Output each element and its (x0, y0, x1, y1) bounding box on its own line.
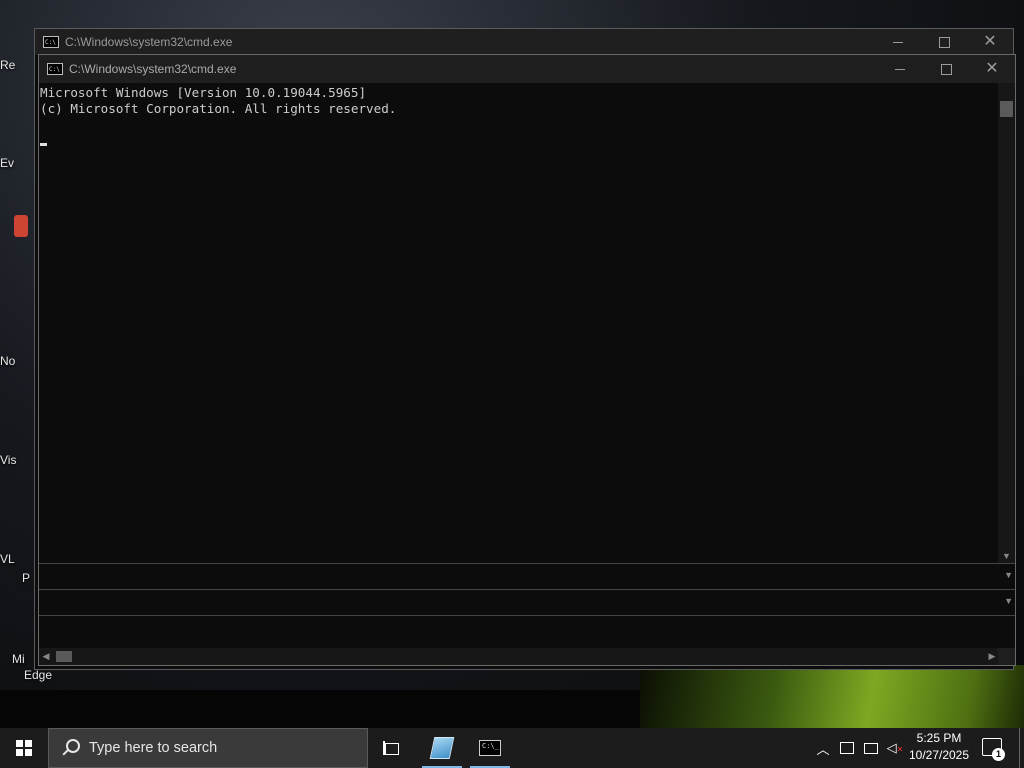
desktop-icon-label: VL (0, 552, 15, 566)
desktop-icon-label: P (22, 571, 31, 585)
maximize-icon (940, 63, 952, 75)
title-bar[interactable]: C:\ C:\Windows\system32\cmd.exe ✕ (35, 29, 1013, 55)
tray-network-icon[interactable] (860, 728, 882, 768)
title-bar[interactable]: C:\ C:\Windows\system32\cmd.exe ✕ (39, 55, 1015, 83)
scroll-down-arrow-icon[interactable]: ▼ (998, 549, 1015, 563)
chevron-up-icon: ︿ (816, 741, 830, 757)
scroll-down-arrow-icon[interactable]: ▼ (1004, 570, 1013, 580)
clock-date: 10/27/2025 (908, 748, 970, 762)
desktop-icon-label: Ev (0, 156, 15, 170)
minimize-icon (895, 68, 905, 70)
shield-icon (840, 742, 854, 754)
search-placeholder: Type here to search (89, 740, 218, 756)
desktop-icon-label: Mi (12, 652, 25, 666)
search-box[interactable]: Type here to search (48, 728, 368, 768)
desktop-icon-edge-line2: Edge (24, 668, 60, 682)
cmd-icon: C:\ (47, 63, 63, 75)
scroll-left-arrow-icon[interactable]: ◀ (39, 648, 53, 665)
desktop-icon-recycle-bin[interactable]: Re (0, 58, 36, 72)
speaker-muted-icon: ◁✕ (886, 740, 904, 755)
scrollbar-thumb[interactable] (56, 651, 72, 662)
minimize-button[interactable] (877, 55, 923, 83)
close-icon: ✕ (985, 60, 999, 77)
clock-time: 5:25 PM (916, 731, 962, 745)
desktop-icon-vlc[interactable]: VL (0, 552, 36, 566)
notification-count-badge: 1 (992, 748, 1005, 761)
desktop-icon-label: Edge (24, 668, 53, 682)
desktop-icon-label: No (0, 354, 16, 368)
console-pane[interactable]: ▼ (39, 589, 1015, 615)
console-line: Microsoft Windows [Version 10.0.19044.59… (40, 85, 367, 100)
close-icon: ✕ (983, 33, 997, 50)
maximize-button[interactable] (923, 55, 969, 83)
desktop-icon-notepad[interactable]: No (0, 354, 36, 368)
task-view-button[interactable] (368, 728, 416, 768)
app-icon (14, 215, 28, 237)
start-button[interactable] (0, 728, 48, 768)
vertical-scrollbar[interactable]: ▼ (998, 83, 1015, 563)
cmd-icon: C:\ (43, 36, 59, 48)
show-hidden-icons-button[interactable]: ︿ (812, 728, 834, 768)
network-icon (864, 742, 878, 754)
desktop-wallpaper-grass (640, 665, 1024, 728)
clock[interactable]: 5:25 PM 10/27/2025 (904, 730, 974, 764)
maximize-icon (938, 36, 950, 48)
minimize-icon (893, 41, 903, 43)
scrollbar-thumb[interactable] (1000, 101, 1013, 117)
desktop-icon-label: Re (0, 58, 16, 72)
console-output[interactable]: Microsoft Windows [Version 10.0.19044.59… (39, 83, 999, 563)
desktop-icon-label: Vis (0, 453, 17, 467)
text-cursor (40, 143, 47, 146)
scroll-down-arrow-icon[interactable]: ▼ (1004, 596, 1013, 606)
taskbar-app-notepad[interactable] (418, 728, 466, 768)
maximize-button[interactable] (921, 29, 967, 55)
console-pane[interactable]: ▼ (39, 563, 1015, 589)
notepad-icon (429, 737, 455, 759)
desktop-icon-visual-studio[interactable]: Vis (0, 453, 36, 467)
search-icon (59, 736, 83, 760)
tray-volume-muted-icon[interactable]: ◁✕ (884, 728, 906, 768)
windows-logo-icon (16, 740, 32, 756)
horizontal-scrollbar[interactable]: ◀ ▶ (39, 648, 999, 665)
close-button[interactable]: ✕ (967, 29, 1013, 55)
window-title: C:\Windows\system32\cmd.exe (69, 62, 237, 76)
scroll-right-arrow-icon[interactable]: ▶ (985, 648, 999, 665)
minimize-button[interactable] (875, 29, 921, 55)
close-button[interactable]: ✕ (969, 55, 1015, 83)
console-line: (c) Microsoft Corporation. All rights re… (40, 101, 397, 116)
desktop-icon-app[interactable] (0, 215, 36, 237)
desktop-wallpaper-dark (0, 690, 680, 728)
show-desktop-button[interactable] (1019, 728, 1020, 768)
window-title: C:\Windows\system32\cmd.exe (65, 35, 233, 49)
cmd-window[interactable]: C:\ C:\Windows\system32\cmd.exe ✕ Micros… (38, 54, 1016, 666)
taskbar-app-cmd[interactable]: C:\_ (466, 728, 514, 768)
task-view-icon (383, 741, 401, 755)
desktop-icon-ev[interactable]: Ev (0, 156, 36, 170)
tray-security-icon[interactable] (836, 728, 858, 768)
taskbar: Type here to search C:\_ ︿ ◁✕ 5:25 PM 10… (0, 728, 1024, 768)
cmd-icon: C:\_ (479, 740, 501, 756)
console-pane[interactable] (39, 615, 1015, 648)
scrollbar-corner (998, 648, 1015, 665)
